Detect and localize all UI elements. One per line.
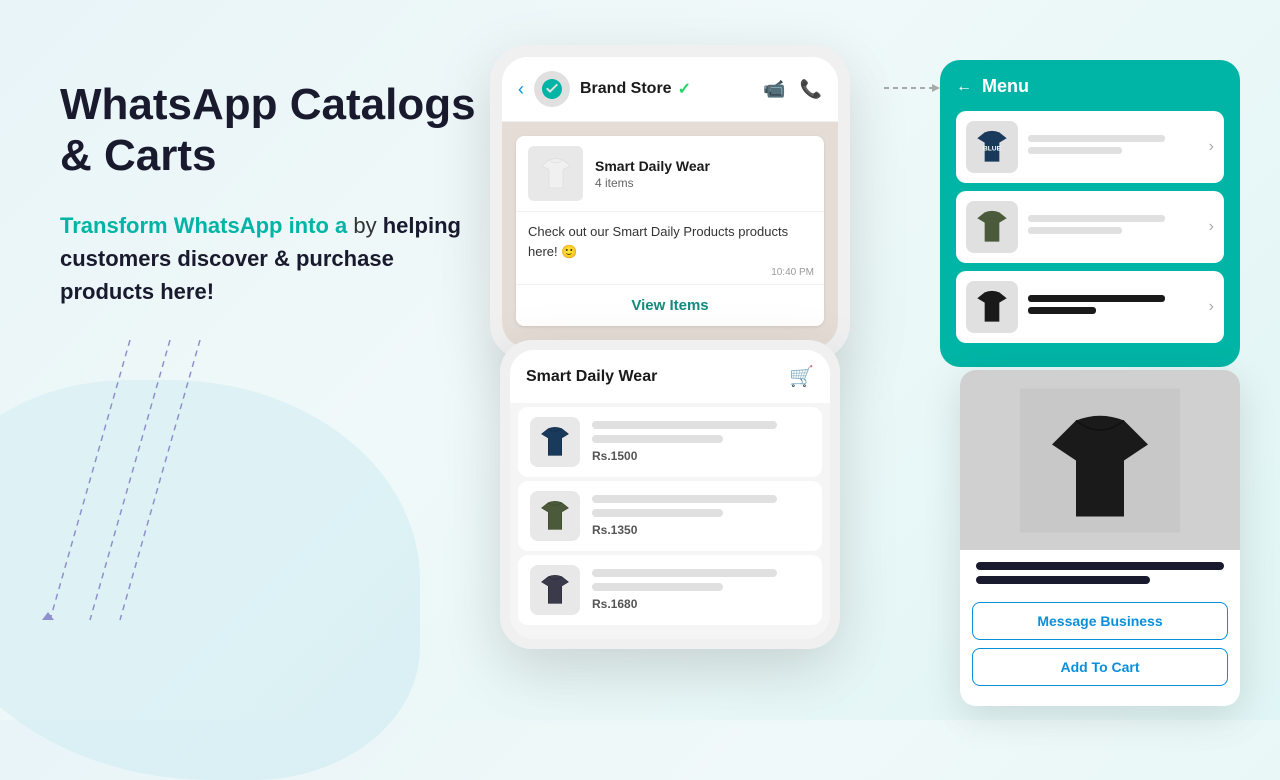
menu-item-line [1028,227,1122,234]
catalog-item[interactable]: Rs.1500 [518,407,822,477]
chat-avatar [534,71,570,107]
right-connector-line [884,80,944,96]
arrow-icon: › [1209,218,1214,236]
detail-line [976,576,1150,584]
menu-title: Menu [982,76,1029,97]
item-info-3: Rs.1680 [592,569,810,611]
video-icon[interactable]: 📹 [763,79,785,100]
detail-actions: Message Business Add To Cart [960,602,1240,706]
subtitle: Transform WhatsApp into a by helping cus… [60,209,480,308]
item-info-1: Rs.1500 [592,421,810,463]
menu-item-lines [1028,135,1199,159]
item-line [592,583,723,591]
svg-text:BLUE: BLUE [983,146,1002,153]
item-thumbnail-2 [530,491,580,541]
right-panel: ← Menu BLUE › [940,60,1240,367]
cart-icon[interactable]: 🛒 [789,364,814,389]
menu-item-line [1028,147,1122,154]
chat-action-icons: 📹 📞 [763,79,822,100]
subtitle-highlight-text: Transform WhatsApp into a [60,213,347,238]
menu-item-thumb-3 [966,281,1018,333]
menu-item[interactable]: › [956,271,1224,343]
menu-item-line [1028,307,1096,314]
item-info-2: Rs.1350 [592,495,810,537]
product-name-chat: Smart Daily Wear [595,158,812,174]
deco-lines [40,340,240,640]
catalog-item[interactable]: Rs.1350 [518,481,822,551]
verified-icon: ✓ [678,79,691,99]
product-count: 4 items [595,176,812,190]
catalog-title: Smart Daily Wear [526,368,657,386]
item-line [592,495,777,503]
chat-header: ‹ Brand Store ✓ 📹 📞 [502,57,838,122]
item-line [592,435,723,443]
left-section: WhatsApp Catalogs & Carts Transform What… [60,80,480,308]
message-text: Check out our Smart Daily Products produ… [516,212,824,267]
product-detail-image [960,370,1240,550]
page-title: WhatsApp Catalogs & Carts [60,80,480,181]
menu-item-thumb-1: BLUE [966,121,1018,173]
menu-item[interactable]: › [956,191,1224,263]
message-bubble: Smart Daily Wear 4 items Check out our S… [516,136,824,326]
menu-item-line [1028,135,1165,142]
item-line [592,509,723,517]
menu-item-lines [1028,215,1199,239]
menu-item-thumb-2 [966,201,1018,253]
item-thumbnail-1 [530,417,580,467]
menu-card: ← Menu BLUE › [940,60,1240,367]
product-info: Smart Daily Wear 4 items [595,158,812,190]
back-icon[interactable]: ‹ [518,79,524,100]
item-line [592,421,777,429]
title-line1: WhatsApp Catalogs [60,80,476,129]
product-thumbnail [528,146,583,201]
phone-catalog-mockup: Smart Daily Wear 🛒 Rs.1500 [500,340,840,649]
phone-icon[interactable]: 📞 [800,79,822,100]
detail-line [976,562,1224,570]
catalog-item[interactable]: Rs.1680 [518,555,822,625]
catalog-header: Smart Daily Wear 🛒 [510,350,830,403]
arrow-icon: › [1209,298,1214,316]
menu-item-line [1028,215,1165,222]
product-detail-card: Message Business Add To Cart [960,370,1240,706]
view-items-button[interactable]: View Items [516,284,824,326]
product-preview: Smart Daily Wear 4 items [516,136,824,212]
item-price-1: Rs.1500 [592,449,810,463]
arrow-icon: › [1209,138,1214,156]
add-to-cart-button[interactable]: Add To Cart [972,648,1228,686]
phone-chat-mockup: ‹ Brand Store ✓ 📹 📞 [490,45,850,360]
item-thumbnail-3 [530,565,580,615]
item-price-2: Rs.1350 [592,523,810,537]
subtitle-middle: by [353,213,382,238]
item-price-3: Rs.1680 [592,597,810,611]
menu-item-line [1028,295,1165,302]
product-detail-body [960,550,1240,602]
message-time: 10:40 PM [516,267,824,284]
menu-item-lines [1028,295,1199,319]
menu-item[interactable]: BLUE › [956,111,1224,183]
menu-back-icon[interactable]: ← [956,78,972,96]
message-business-button[interactable]: Message Business [972,602,1228,640]
chat-body: Smart Daily Wear 4 items Check out our S… [502,122,838,348]
title-line2: & Carts [60,131,217,180]
menu-header: ← Menu [956,76,1224,97]
chat-brand-name: Brand Store ✓ [580,79,691,99]
item-line [592,569,777,577]
